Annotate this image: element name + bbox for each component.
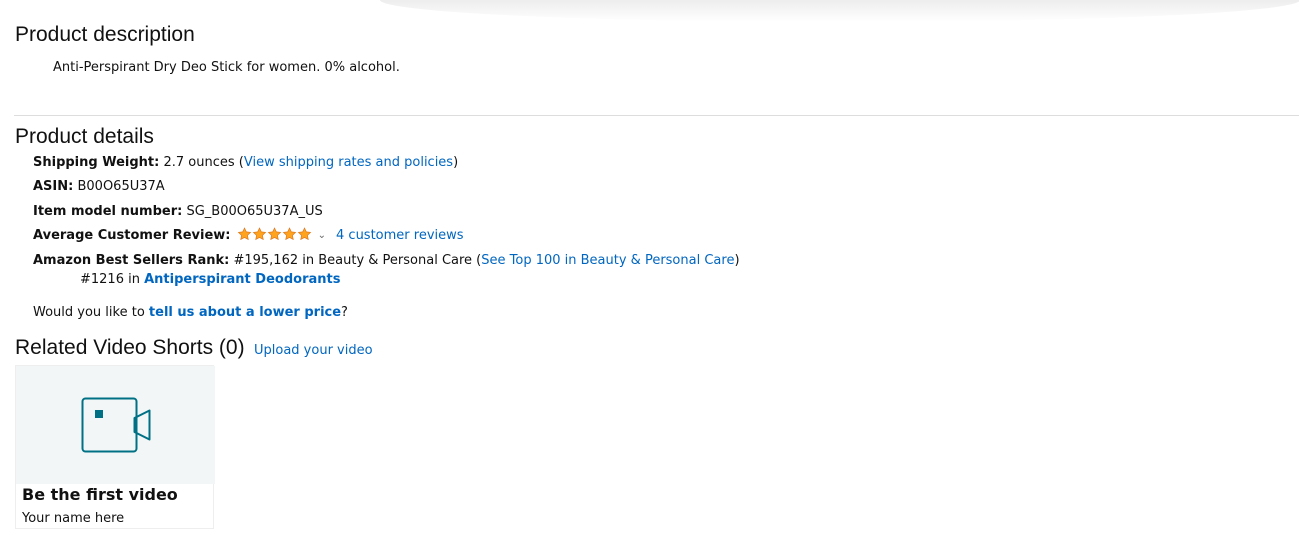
video-card[interactable]: Be the first video Your name here bbox=[15, 365, 215, 529]
star-icon bbox=[252, 227, 266, 241]
sub-category-rank-row: #1216 in Antiperspirant Deodorants bbox=[80, 271, 340, 289]
shipping-weight-label: Shipping Weight: bbox=[33, 155, 160, 170]
star-icon bbox=[282, 227, 296, 241]
asin-value: B00O65U37A bbox=[77, 179, 165, 194]
shipping-weight-suffix: ) bbox=[453, 155, 459, 170]
lower-price-row: Would you like to tell us about a lower … bbox=[33, 304, 348, 322]
top-100-link[interactable]: See Top 100 in Beauty & Personal Care bbox=[481, 253, 734, 268]
shipping-rates-link[interactable]: View shipping rates and policies bbox=[244, 155, 453, 170]
best-sellers-rank-row: Amazon Best Sellers Rank: #195,162 in Be… bbox=[33, 252, 740, 270]
upload-video-link[interactable]: Upload your video bbox=[254, 343, 373, 358]
shipping-weight-value: 2.7 ounces ( bbox=[163, 155, 244, 170]
section-divider bbox=[14, 115, 1299, 116]
star-icon bbox=[237, 227, 251, 241]
best-sellers-rank-label: Amazon Best Sellers Rank: bbox=[33, 253, 230, 268]
top-shadow bbox=[380, 0, 1299, 22]
customer-review-row: Average Customer Review: ⌄ 4 customer rev… bbox=[33, 227, 464, 247]
asin-row: ASIN: B00O65U37A bbox=[33, 178, 165, 196]
video-camera-icon bbox=[81, 397, 151, 453]
product-description-text: Anti-Perspirant Dry Deo Stick for women.… bbox=[53, 60, 400, 75]
best-sellers-rank-value: #195,162 in Beauty & Personal Care ( bbox=[233, 253, 482, 268]
best-sellers-rank-suffix: ) bbox=[734, 253, 740, 268]
model-number-label: Item model number: bbox=[33, 204, 183, 219]
customer-reviews-link[interactable]: 4 customer reviews bbox=[336, 228, 464, 243]
video-card-title: Be the first video bbox=[22, 485, 178, 504]
video-card-subtitle: Your name here bbox=[22, 511, 125, 526]
star-icon bbox=[267, 227, 281, 241]
product-description-heading: Product description bbox=[15, 23, 195, 46]
shipping-weight-row: Shipping Weight: 2.7 ounces (View shippi… bbox=[33, 154, 458, 172]
chevron-down-icon[interactable]: ⌄ bbox=[318, 227, 326, 245]
model-number-row: Item model number: SG_B00O65U37A_US bbox=[33, 203, 323, 221]
star-rating[interactable] bbox=[237, 227, 312, 247]
antiperspirant-deodorants-link[interactable]: Antiperspirant Deodorants bbox=[144, 272, 340, 287]
sub-category-rank-prefix: #1216 in bbox=[80, 272, 145, 287]
lower-price-suffix: ? bbox=[341, 305, 348, 320]
related-video-shorts-heading: Related Video Shorts (0) bbox=[15, 336, 245, 359]
model-number-value: SG_B00O65U37A_US bbox=[186, 204, 323, 219]
asin-label: ASIN: bbox=[33, 179, 74, 194]
product-details-heading: Product details bbox=[15, 125, 154, 148]
lower-price-link[interactable]: tell us about a lower price bbox=[149, 305, 341, 320]
customer-review-label: Average Customer Review: bbox=[33, 228, 231, 243]
lower-price-prefix: Would you like to bbox=[33, 305, 149, 320]
video-thumbnail bbox=[16, 366, 215, 484]
star-icon bbox=[297, 227, 311, 241]
